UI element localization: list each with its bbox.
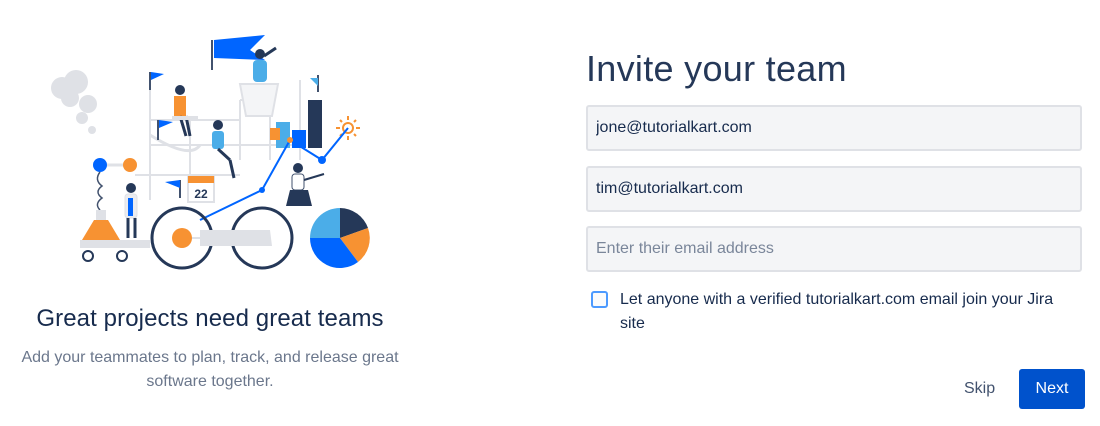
bar-chart-icon [270,100,322,148]
skip-button[interactable]: Skip [952,369,1007,409]
person-serving-icon [286,163,325,206]
left-panel-subtitle: Add your teammates to plan, track, and r… [21,349,399,390]
domain-access-option: Let anyone with a verified tutorialkart.… [591,290,1081,336]
invite-team-page: 22 Great projects need great teams Add y… [0,0,1100,426]
team-illustration: 22 [51,35,370,270]
smoke-cloud-icon [51,70,97,134]
domain-access-checkbox[interactable] [591,291,608,308]
person-telescope-icon [253,46,277,82]
pie-chart-icon [310,208,370,268]
left-panel: 22 Great projects need great teams Add y… [0,0,420,426]
flask-icon [82,210,120,240]
calendar-icon: 22 [187,175,215,203]
invite-form: Invite your team Let anyone with a verif… [586,0,1086,426]
page-title: Invite your team [586,48,847,89]
person-sitting-icon [172,85,198,137]
calendar-day-label: 22 [194,187,208,201]
scientist-person-icon [124,183,138,238]
bicycle-icon [150,206,294,270]
email-field-3[interactable] [586,226,1082,272]
next-button[interactable]: Next [1019,369,1085,409]
email-field-1[interactable] [586,105,1082,151]
email-field-2[interactable] [586,166,1082,212]
person-riding-icon [212,120,236,179]
domain-access-label: Let anyone with a verified tutorialkart.… [620,291,1054,332]
cart-icon [80,240,150,262]
left-panel-title: Great projects need great teams [36,305,384,332]
